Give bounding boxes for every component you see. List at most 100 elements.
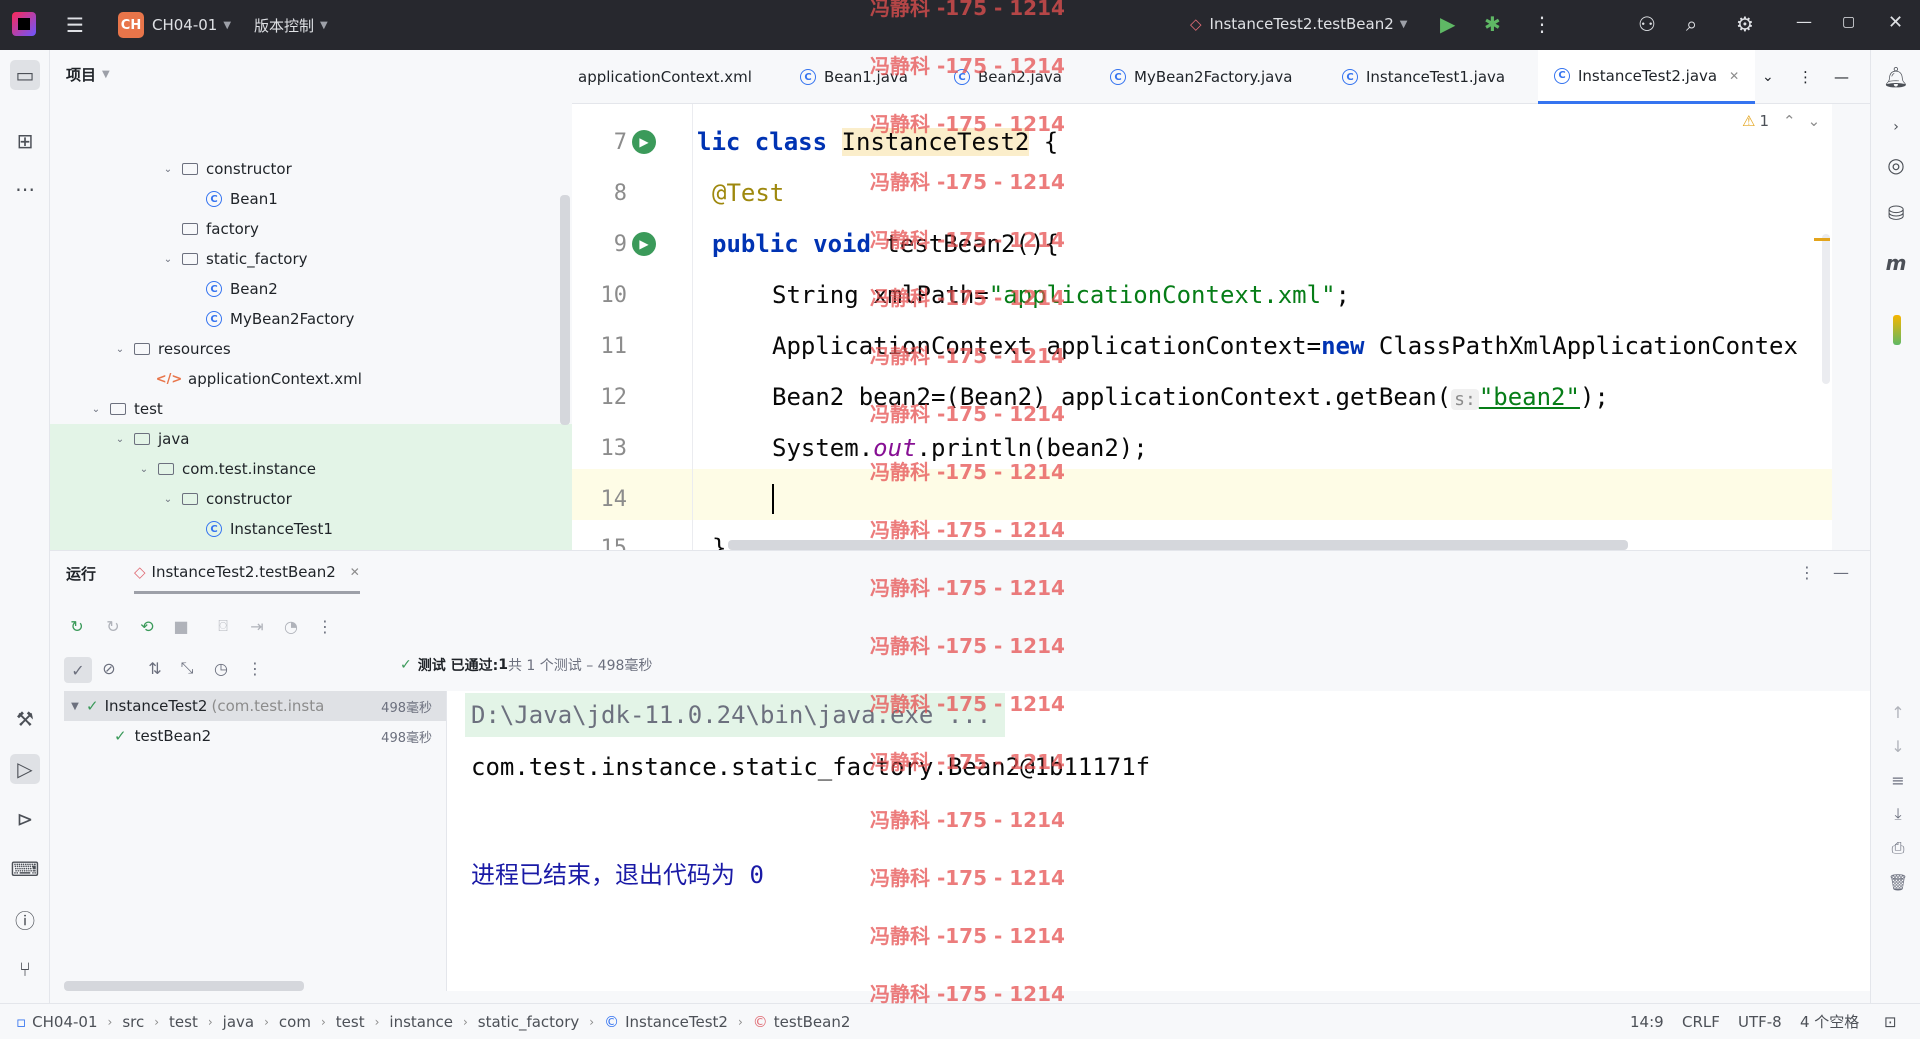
tree-item[interactable]: C Bean1 <box>50 184 572 214</box>
close-tab-icon[interactable]: ✕ <box>350 565 360 579</box>
build-hammer-icon[interactable]: ⚒ <box>10 704 40 734</box>
tab-bean1-java[interactable]: C Bean1.java <box>800 50 908 104</box>
rerun-icon[interactable]: ↻ <box>66 615 88 637</box>
show-passed-icon[interactable]: ✓ <box>64 657 92 683</box>
camera-icon[interactable]: ⌼ <box>212 615 234 637</box>
tree-item[interactable]: ⌄ constructor <box>50 484 572 514</box>
maximize-icon[interactable]: ▢ <box>1842 14 1855 30</box>
test-tree-row[interactable]: ✓ testBean2 498毫秒 <box>64 721 446 751</box>
code-editor[interactable]: ⚠ 1 ⌃ ⌄ 7 ▶ 8 9 ▶ 10 11 12 13 14 15 lic … <box>572 104 1832 550</box>
stop-icon[interactable]: ■ <box>170 615 192 637</box>
warning-marker[interactable] <box>1814 238 1830 241</box>
breadcrumb-item[interactable]: com <box>279 1013 311 1031</box>
chevron-down-icon[interactable]: ⌄ <box>160 494 176 505</box>
chevron-down-icon[interactable]: ⌄ <box>160 164 176 175</box>
chevron-down-icon[interactable]: ⌄ <box>136 464 152 475</box>
git-branch-icon[interactable]: ⑂ <box>10 954 40 984</box>
scroll-up-icon[interactable]: ↑ <box>1887 701 1909 723</box>
debug-icon[interactable]: ✱ <box>1484 12 1501 36</box>
tab-bean2-java[interactable]: C Bean2.java <box>954 50 1062 104</box>
vcs-menu[interactable]: 版本控制 ▼ <box>254 15 328 36</box>
run-panel-more-icon[interactable]: ⋮ <box>1796 561 1818 583</box>
tree-item[interactable]: ⌄ resources <box>50 334 572 364</box>
more-actions-icon[interactable]: ⋮ <box>1532 12 1552 36</box>
run-test-icon[interactable]: ▶ <box>632 232 656 256</box>
toggle-autotest-icon[interactable]: ⟲ <box>136 615 158 637</box>
tree-item[interactable]: ⌄ com.test.instance <box>50 454 572 484</box>
tab-applicationcontext-xml[interactable]: applicationContext.xml <box>578 50 752 104</box>
structure-icon[interactable]: ⊞ <box>10 126 40 156</box>
clear-trash-icon[interactable]: 🗑︎ <box>1887 871 1909 893</box>
breadcrumb-item[interactable]: testBean2 <box>774 1013 851 1031</box>
breadcrumb-item[interactable]: instance <box>389 1013 453 1031</box>
collapse-right-icon[interactable]: › <box>1881 112 1911 142</box>
run-panel-minimize-icon[interactable]: — <box>1830 561 1852 583</box>
settings-gear-icon[interactable]: ⚙ <box>1736 12 1754 36</box>
toolbar-more-icon[interactable]: ⋮ <box>314 615 336 637</box>
cursor-position[interactable]: 14:9 <box>1630 1013 1664 1031</box>
tree-item[interactable]: </> applicationContext.xml <box>50 364 572 394</box>
breadcrumb-item[interactable]: InstanceTest2 <box>625 1013 728 1031</box>
soft-wrap-icon[interactable]: ≡ <box>1887 769 1909 791</box>
chevron-down-icon[interactable]: ⌄ <box>1808 112 1821 130</box>
breadcrumb-item[interactable]: java <box>223 1013 254 1031</box>
project-switcher[interactable]: CH CH04-01 ▼ <box>118 12 231 38</box>
run-icon[interactable]: ▶ <box>1440 12 1455 36</box>
indent-setting[interactable]: 4 个空格 <box>1800 1011 1859 1032</box>
tab-mybean2factory-java[interactable]: C MyBean2Factory.java <box>1110 50 1292 104</box>
breadcrumb-item[interactable]: test <box>169 1013 198 1031</box>
chevron-down-icon[interactable]: ⌄ <box>88 404 104 415</box>
file-encoding[interactable]: UTF-8 <box>1738 1013 1782 1031</box>
tab-instancetest1-java[interactable]: C InstanceTest1.java <box>1342 50 1505 104</box>
inspection-widget[interactable]: ⚠ 1 ⌃ ⌄ <box>1742 112 1820 130</box>
terminal-icon[interactable]: ⌨ <box>10 854 40 884</box>
history-clock-icon[interactable]: ◷ <box>210 657 232 679</box>
services-icon[interactable]: ⊳ <box>10 804 40 834</box>
minimize-icon[interactable]: — <box>1796 12 1812 31</box>
project-folder-icon[interactable]: ▭ <box>10 60 40 90</box>
tabs-dropdown-icon[interactable]: ⌄ <box>1762 50 1774 104</box>
scroll-down-icon[interactable]: ↓ <box>1887 735 1909 757</box>
import-icon[interactable]: ⇥ <box>246 615 268 637</box>
maven-icon[interactable]: m <box>1881 248 1911 278</box>
tab-instancetest2-java[interactable]: C InstanceTest2.java ✕ <box>1538 50 1756 104</box>
tree-horizontal-scrollbar[interactable] <box>64 981 304 991</box>
rerun-failed-icon[interactable]: ↻ <box>102 615 124 637</box>
ai-assistant-icon[interactable]: ◎ <box>1881 150 1911 180</box>
horizontal-scrollbar[interactable] <box>728 540 1628 550</box>
chevron-down-icon[interactable]: ⌄ <box>112 344 128 355</box>
notifications-bell-icon[interactable]: 🔔︎ <box>1881 62 1911 92</box>
breadcrumb-item[interactable]: test <box>336 1013 365 1031</box>
lock-icon[interactable]: ⊡ <box>1884 1013 1897 1031</box>
tree-item[interactable]: C Bean2 <box>50 274 572 304</box>
tree-item[interactable]: ⌄ test <box>50 394 572 424</box>
tree-item[interactable]: ⌄ static_factory <box>50 244 572 274</box>
run-test-icon[interactable]: ▶ <box>632 130 656 154</box>
project-panel-header[interactable]: 项目 ▼ <box>66 64 110 85</box>
vertical-scrollbar[interactable] <box>1822 234 1830 384</box>
more-tools-icon[interactable]: ⋯ <box>10 174 40 204</box>
database-icon[interactable]: ⛁ <box>1881 198 1911 228</box>
show-ignored-icon[interactable]: ⊘ <box>98 657 120 679</box>
problems-icon[interactable]: ⓘ <box>10 904 40 934</box>
tree-item[interactable]: C MyBean2Factory <box>50 304 572 334</box>
coverage-icon[interactable]: ◔ <box>280 615 302 637</box>
tabs-more-icon[interactable]: ⋮ <box>1798 50 1813 104</box>
search-icon[interactable]: ⌕ <box>1686 12 1697 36</box>
chevron-down-icon[interactable]: ⌄ <box>160 254 176 265</box>
close-icon[interactable]: ✕ <box>1888 12 1903 33</box>
tree-item[interactable]: C InstanceTest1 <box>50 514 572 544</box>
tree-item[interactable]: ⌄ constructor <box>50 154 572 184</box>
breadcrumb-item[interactable]: src <box>122 1013 144 1031</box>
line-separator[interactable]: CRLF <box>1682 1013 1720 1031</box>
test-tree-row[interactable]: ▼ ✓ InstanceTest2 (com.test.insta 498毫秒 <box>64 691 446 721</box>
scroll-to-end-icon[interactable]: ⤓ <box>1887 803 1909 825</box>
app-logo-icon[interactable] <box>12 12 36 36</box>
collapse-all-icon[interactable]: ⤡ <box>176 657 198 679</box>
editor-minimize-icon[interactable]: — <box>1834 50 1849 104</box>
project-scrollbar[interactable] <box>560 195 570 425</box>
console-output[interactable]: D:\Java\jdk-11.0.24\bin\java.exe ... com… <box>446 691 1908 991</box>
close-tab-icon[interactable]: ✕ <box>1729 69 1739 83</box>
add-user-icon[interactable]: ⚇ <box>1638 12 1656 36</box>
tree-item[interactable]: factory <box>50 214 572 244</box>
